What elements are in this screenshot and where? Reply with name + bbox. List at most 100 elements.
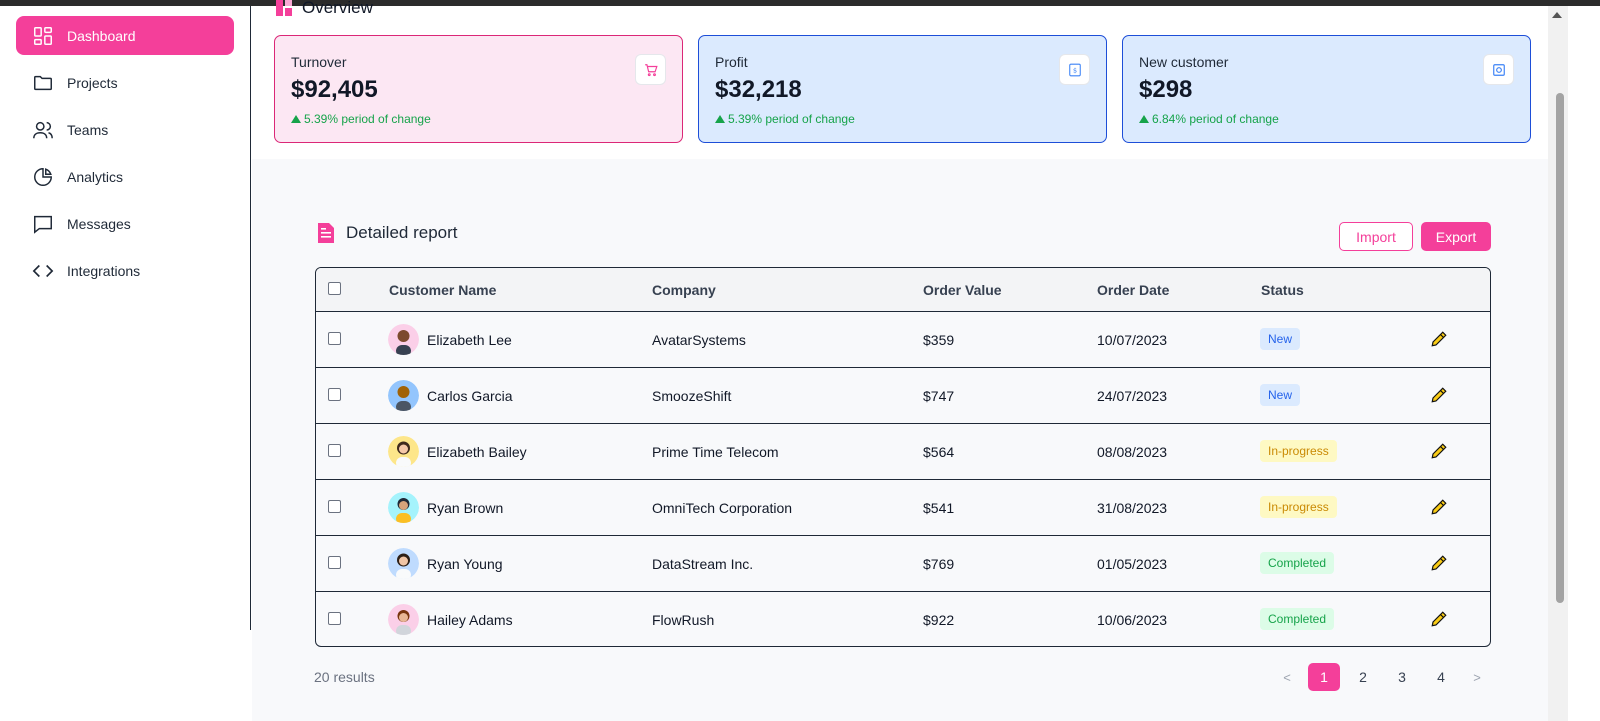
- sidebar-footer-area: [0, 630, 251, 721]
- sidebar-item-label: Analytics: [67, 168, 124, 185]
- import-button[interactable]: Import: [1339, 222, 1413, 251]
- cart-icon: [635, 54, 666, 85]
- pencil-icon[interactable]: [1430, 330, 1448, 348]
- sidebar-item-label: Messages: [67, 215, 131, 232]
- order-value: $541: [923, 500, 955, 516]
- customer-name: Ryan Brown: [427, 500, 504, 516]
- row-checkbox[interactable]: [328, 388, 341, 401]
- order-date: 31/08/2023: [1097, 500, 1168, 516]
- row-checkbox[interactable]: [328, 500, 341, 513]
- column-header-company[interactable]: Company: [652, 282, 716, 298]
- trend-up-icon: [1139, 115, 1149, 123]
- column-header-customer-name[interactable]: Customer Name: [389, 282, 496, 298]
- company: OmniTech Corporation: [652, 500, 793, 516]
- overview-title: Overview: [302, 0, 373, 17]
- row-checkbox[interactable]: [328, 444, 341, 457]
- order-date: 24/07/2023: [1097, 388, 1168, 404]
- row-checkbox[interactable]: [328, 612, 341, 625]
- table-row: Elizabeth Lee AvatarSystems $359 10/07/2…: [316, 312, 1490, 368]
- prev-page-button[interactable]: <: [1279, 663, 1295, 691]
- document-icon: [318, 223, 334, 243]
- company: FlowRush: [652, 612, 715, 628]
- report-table: Customer Name Company Order Value Order …: [315, 267, 1491, 647]
- table-header: Customer Name Company Order Value Order …: [316, 268, 1490, 312]
- main-content: Overview Turnover $92,405 5.39% period o…: [252, 0, 1548, 721]
- pencil-icon[interactable]: [1430, 498, 1448, 516]
- sidebar: Dashboard Projects Teams Analytics Messa…: [0, 6, 251, 630]
- grid-icon: [34, 26, 52, 45]
- report-title: Detailed report: [346, 223, 458, 242]
- card-value: $92,405: [291, 76, 378, 103]
- sidebar-item-projects[interactable]: Projects: [16, 63, 234, 102]
- report-header: Detailed report: [316, 222, 458, 244]
- sidebar-item-label: Teams: [67, 121, 109, 138]
- scroll-up-arrow-icon[interactable]: [1552, 12, 1562, 18]
- table-row: Carlos Garcia SmoozeShift $747 24/07/202…: [316, 368, 1490, 424]
- overview-icon: [276, 0, 292, 16]
- order-value: $359: [923, 332, 955, 348]
- avatar: [388, 436, 419, 467]
- sidebar-item-label: Projects: [67, 74, 118, 91]
- sidebar-item-teams[interactable]: Teams: [16, 110, 234, 149]
- customer-name: Hailey Adams: [427, 612, 513, 628]
- card-change: 5.39% period of change: [291, 112, 666, 126]
- company: Prime Time Telecom: [652, 444, 779, 460]
- folder-icon: [34, 75, 52, 90]
- scrollbar-thumb[interactable]: [1556, 93, 1564, 603]
- sidebar-item-messages[interactable]: Messages: [16, 204, 234, 243]
- turnover-card: Turnover $92,405 5.39% period of change: [274, 35, 683, 143]
- card-change: 6.84% period of change: [1139, 112, 1514, 126]
- sidebar-item-label: Dashboard: [67, 27, 136, 44]
- avatar: [388, 380, 419, 411]
- status-badge: New: [1260, 328, 1301, 350]
- card-value: $32,218: [715, 76, 802, 103]
- column-header-status[interactable]: Status: [1261, 282, 1304, 298]
- sidebar-item-analytics[interactable]: Analytics: [16, 157, 234, 196]
- company: SmoozeShift: [652, 388, 732, 404]
- avatar: [388, 492, 419, 523]
- select-all-checkbox[interactable]: [328, 282, 341, 295]
- sidebar-item-dashboard[interactable]: Dashboard: [16, 16, 234, 55]
- users-icon: [33, 121, 53, 138]
- customer-name: Carlos Garcia: [427, 388, 513, 404]
- card-label: Profit: [715, 54, 748, 70]
- new-customer-card: New customer $298 6.84% period of change: [1122, 35, 1531, 143]
- status-badge: Completed: [1260, 552, 1335, 574]
- pencil-icon[interactable]: [1430, 386, 1448, 404]
- trend-up-icon: [715, 115, 725, 123]
- column-header-order-value[interactable]: Order Value: [923, 282, 1002, 298]
- card-change-text: 5.39% period of change: [304, 112, 431, 126]
- card-label: Turnover: [291, 54, 347, 70]
- avatar: [388, 324, 419, 355]
- page-button-2[interactable]: 2: [1349, 663, 1377, 691]
- row-checkbox[interactable]: [328, 332, 341, 345]
- pencil-icon[interactable]: [1430, 610, 1448, 628]
- order-date: 01/05/2023: [1097, 556, 1168, 572]
- code-icon: [32, 264, 54, 277]
- table-row: Ryan Brown OmniTech Corporation $541 31/…: [316, 480, 1490, 536]
- dollar-icon: $: [1059, 54, 1090, 85]
- pie-chart-icon: [34, 167, 52, 186]
- customer-name: Elizabeth Bailey: [427, 444, 527, 460]
- message-icon: [34, 215, 52, 234]
- export-button[interactable]: Export: [1421, 222, 1491, 251]
- sidebar-item-integrations[interactable]: Integrations: [16, 251, 234, 290]
- pencil-icon[interactable]: [1430, 442, 1448, 460]
- status-badge: In-progress: [1260, 440, 1337, 462]
- company: AvatarSystems: [652, 332, 746, 348]
- avatar: [388, 548, 419, 579]
- next-page-button[interactable]: >: [1469, 663, 1485, 691]
- pencil-icon[interactable]: [1430, 554, 1448, 572]
- order-value: $747: [923, 388, 955, 404]
- order-value: $564: [923, 444, 955, 460]
- page-button-3[interactable]: 3: [1388, 663, 1416, 691]
- column-header-order-date[interactable]: Order Date: [1097, 282, 1169, 298]
- order-value: $769: [923, 556, 955, 572]
- page-button-4[interactable]: 4: [1427, 663, 1455, 691]
- table-row: Hailey Adams FlowRush $922 10/06/2023 Co…: [316, 592, 1490, 646]
- row-checkbox[interactable]: [328, 556, 341, 569]
- order-value: $922: [923, 612, 955, 628]
- table-row: Ryan Young DataStream Inc. $769 01/05/20…: [316, 536, 1490, 592]
- svg-text:$: $: [1072, 66, 1076, 74]
- page-button-1[interactable]: 1: [1308, 663, 1340, 691]
